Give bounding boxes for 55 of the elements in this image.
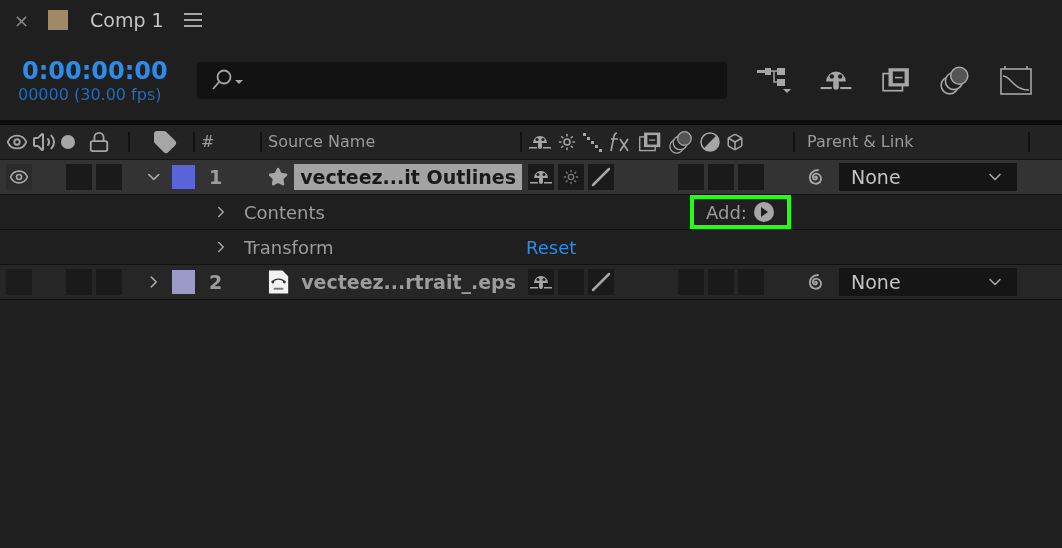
- search-field[interactable]: [197, 61, 727, 99]
- shy-switch[interactable]: [528, 269, 554, 295]
- solo-toggle[interactable]: [66, 164, 92, 190]
- fx-icon[interactable]: [608, 131, 632, 153]
- motion-blur-icon[interactable]: [668, 130, 694, 154]
- parent-dropdown[interactable]: None: [839, 268, 1017, 296]
- dotted-line-icon[interactable]: [582, 132, 602, 152]
- layer-number: 2: [209, 271, 223, 293]
- film-frames-icon[interactable]: [638, 131, 662, 153]
- tag-icon[interactable]: [152, 130, 177, 154]
- parent-dropdown[interactable]: None: [839, 163, 1017, 191]
- quality-switch[interactable]: [588, 164, 614, 190]
- layer-name[interactable]: vecteez...it Outlines: [294, 164, 522, 190]
- add-button[interactable]: Add:: [690, 195, 791, 229]
- graph-editor-icon[interactable]: [999, 64, 1033, 96]
- label-color[interactable]: [171, 165, 195, 189]
- play-icon: [752, 201, 775, 223]
- tab-title[interactable]: Comp 1: [90, 9, 164, 31]
- color-swatch: [48, 10, 68, 30]
- sun-icon[interactable]: [558, 133, 576, 151]
- menu-icon[interactable]: [183, 13, 202, 27]
- column-header[interactable]: Parent & Link: [807, 132, 914, 152]
- shy-switch[interactable]: [528, 164, 554, 190]
- property-label: Transform: [244, 236, 334, 258]
- cube-icon[interactable]: [726, 133, 744, 151]
- lock-icon[interactable]: [88, 131, 110, 153]
- collapse-switch[interactable]: [558, 164, 584, 190]
- lock-toggle[interactable]: [96, 164, 122, 190]
- motion-blur-icon[interactable]: [939, 65, 971, 95]
- slash-icon: [590, 271, 612, 293]
- column-header[interactable]: #: [201, 132, 215, 152]
- timecode[interactable]: 0:00:00:00: [22, 56, 168, 85]
- property-label: Contents: [244, 201, 325, 223]
- effect-switch[interactable]: [678, 164, 704, 190]
- adjustment-icon[interactable]: [700, 132, 720, 152]
- visibility-toggle[interactable]: [6, 164, 32, 190]
- sun-icon: [563, 169, 579, 185]
- close-button[interactable]: ×: [14, 9, 48, 31]
- search-icon[interactable]: [211, 68, 245, 92]
- eye-icon: [9, 167, 29, 187]
- layer-number: 1: [209, 166, 223, 188]
- speaker-icon[interactable]: [32, 130, 56, 154]
- frame-count: 00000 (30.00 fps): [18, 84, 162, 104]
- eps-file-icon: [268, 269, 290, 295]
- reset-link[interactable]: Reset: [526, 236, 577, 258]
- quality-switch[interactable]: [588, 269, 614, 295]
- blur-switch[interactable]: [708, 164, 734, 190]
- layer-name[interactable]: vecteez...rtrait_.eps: [295, 269, 522, 295]
- flowchart-icon[interactable]: [757, 65, 791, 95]
- label-color[interactable]: [171, 270, 195, 294]
- adjustment-switch[interactable]: [738, 164, 764, 190]
- film-frames-icon[interactable]: [881, 66, 911, 94]
- slash-icon: [590, 166, 612, 188]
- solo-icon[interactable]: [60, 134, 76, 150]
- column-header[interactable]: Source Name: [268, 132, 376, 152]
